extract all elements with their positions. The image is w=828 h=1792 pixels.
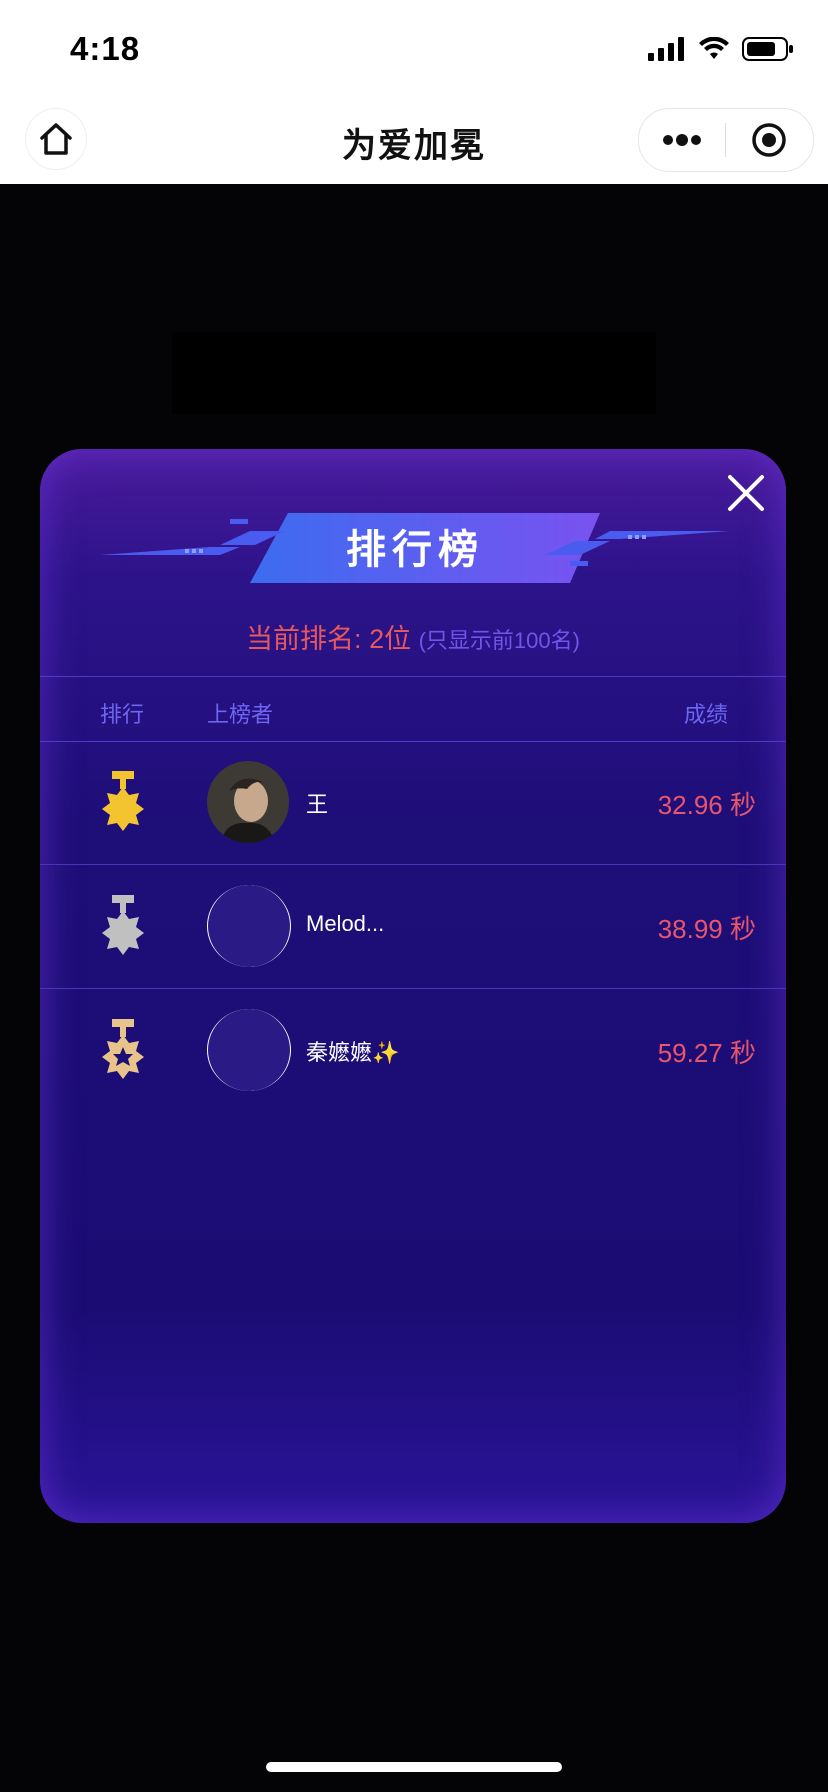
nav-bar: 为爱加冕 [0, 92, 828, 184]
table-row: 王 32.96 秒 [40, 741, 786, 865]
wifi-icon [699, 37, 729, 59]
gold-medal-icon [102, 771, 144, 831]
rank-note: (只显示前100名) [418, 628, 580, 653]
more-button[interactable] [639, 134, 725, 146]
signal-icon [648, 37, 684, 61]
player-name: 王 [306, 792, 329, 817]
current-rank-label: 当前排名: [246, 624, 362, 654]
leaderboard-modal: 排行榜 当前排名: 2位 (只显示前100名) 排行 上榜者 成绩 王 32.9… [40, 449, 786, 1523]
avatar [207, 885, 291, 967]
bronze-medal-icon [102, 1019, 144, 1079]
current-rank-value: 2位 [369, 624, 412, 654]
battery-icon [742, 37, 793, 61]
avatar [207, 1009, 291, 1091]
current-rank: 当前排名: 2位 (只显示前100名) [40, 617, 786, 656]
more-icon [663, 134, 701, 146]
header-player: 上榜者 [207, 702, 274, 727]
status-time: 4:18 [70, 30, 141, 67]
status-icons [648, 36, 794, 62]
leaderboard-banner: 排行榜 [100, 509, 730, 589]
target-icon [752, 123, 786, 157]
player-score: 38.99 秒 [657, 914, 756, 944]
table-header: 排行 上榜者 成绩 [40, 676, 786, 742]
background-panel [172, 332, 656, 414]
miniprogram-capsule [638, 108, 814, 172]
player-name: 秦嬷嬷✨ [306, 1040, 400, 1065]
close-miniprogram-button[interactable] [726, 122, 812, 158]
home-indicator[interactable] [266, 1762, 562, 1772]
status-bar: 4:18 [0, 0, 828, 92]
leaderboard-title: 排行榜 [346, 528, 484, 572]
player-score: 59.27 秒 [657, 1038, 756, 1068]
avatar [207, 761, 289, 843]
player-score: 32.96 秒 [657, 790, 756, 820]
silver-medal-icon [102, 895, 144, 955]
table-row: 秦嬷嬷✨ 59.27 秒 [40, 989, 786, 1112]
player-name: Melod... [306, 911, 385, 936]
header-rank: 排行 [100, 702, 145, 727]
table-row: Melod... 38.99 秒 [40, 865, 786, 989]
header-score: 成绩 [683, 702, 728, 727]
close-icon[interactable] [724, 471, 768, 515]
